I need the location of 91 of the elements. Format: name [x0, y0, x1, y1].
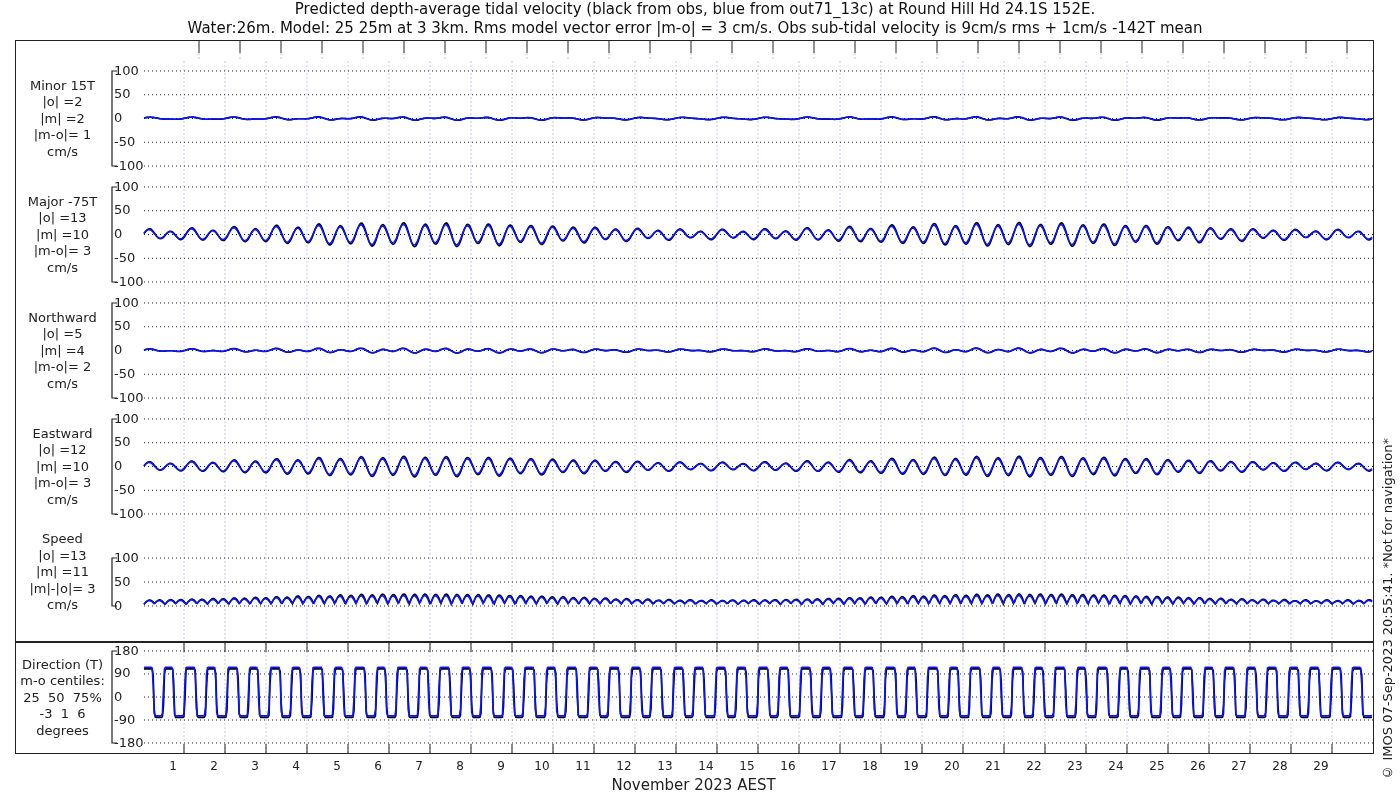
panel-label-line: Speed — [42, 531, 83, 548]
x-tick-label: 21 — [985, 759, 1001, 773]
x-tick-label: 6 — [374, 759, 382, 773]
y-tick-label: 100 — [114, 294, 139, 310]
y-tick-label: 100 — [114, 178, 139, 194]
panel-label-line: |o| =12 — [38, 442, 87, 459]
panel-label-line: -3 1 6 — [39, 706, 86, 723]
x-tick-label: 9 — [497, 759, 505, 773]
y-tick-label: -50 — [114, 481, 136, 497]
panel-label-line: Eastward — [32, 425, 93, 443]
panel-label-line: m-o centiles: — [20, 673, 105, 690]
chart-title: Predicted depth-average tidal velocity (black from obs, blue from out71_13c) at Round Hill Hd 24.1S 152E. — [294, 0, 1096, 19]
panel-label-line: cm/s — [47, 259, 78, 277]
panel-label-line: cm/s — [47, 491, 78, 509]
x-tick-label: 27 — [1231, 759, 1247, 773]
panel-label-line: |m| =11 — [36, 564, 89, 581]
x-tick-label: 13 — [657, 759, 673, 773]
copyright-note: © IMOS 07-Sep-2023 20:55:41. *Not for navigation* — [1380, 438, 1395, 780]
x-tick-label: 1 — [169, 759, 177, 773]
panel-label-line: |m| =10 — [36, 226, 89, 244]
y-tick-label: 50 — [114, 202, 131, 218]
x-tick-label: 8 — [456, 759, 464, 773]
x-tick-label: 10 — [534, 759, 550, 773]
y-tick-label: -180 — [114, 734, 144, 750]
x-tick-label: 19 — [903, 759, 919, 773]
x-tick-label: 15 — [739, 759, 755, 773]
panel-label-line: |m| =2 — [40, 110, 85, 128]
panel-label-line: cm/s — [47, 597, 78, 614]
y-tick-label: -50 — [114, 249, 136, 265]
y-tick-label: 0 — [114, 597, 123, 613]
y-tick-label: 50 — [114, 573, 131, 589]
x-tick-label: 7 — [415, 759, 423, 773]
panel-label-line: |m-o|= 1 — [33, 127, 92, 144]
panel-label-line: Major -75T — [27, 193, 98, 211]
y-tick-label: 100 — [114, 410, 139, 426]
y-tick-label: 50 — [114, 86, 131, 102]
panel-label-line: |m-o|= 3 — [33, 475, 92, 492]
y-tick-label: 90 — [114, 665, 131, 681]
y-tick-label: 0 — [114, 342, 123, 357]
panel-label-line: |o| =13 — [38, 210, 87, 227]
x-tick-label: 11 — [575, 759, 591, 773]
panel-label-line: 25 50 75% — [23, 689, 102, 707]
panel-label-line: |o| =5 — [42, 326, 83, 343]
y-tick-label: -100 — [114, 389, 144, 405]
panel-label-line: Minor 15T — [30, 77, 95, 95]
y-tick-label: 0 — [114, 110, 123, 125]
panel-label-line: cm/s — [47, 375, 78, 393]
x-tick-label: 14 — [698, 759, 714, 773]
x-tick-label: 24 — [1108, 759, 1124, 773]
panel-label-line: degrees — [36, 722, 89, 740]
x-tick-label: 5 — [333, 759, 341, 773]
x-tick-label: 18 — [862, 759, 878, 773]
y-tick-label: 50 — [114, 318, 131, 334]
panel-label-line: cm/s — [47, 143, 78, 161]
x-tick-label: 12 — [616, 759, 632, 773]
y-tick-label: -100 — [114, 273, 144, 289]
y-tick-label: 0 — [114, 458, 123, 473]
y-tick-label: 0 — [114, 226, 123, 241]
x-tick-label: 16 — [780, 759, 796, 773]
y-tick-label: 100 — [114, 62, 139, 78]
panel-label-line: Northward — [28, 309, 97, 327]
x-tick-label: 2 — [210, 759, 218, 773]
y-tick-label: 100 — [114, 549, 139, 565]
y-tick-label: -90 — [114, 711, 136, 727]
x-tick-label: 26 — [1190, 759, 1206, 773]
panel-label-line: |m| =10 — [36, 458, 89, 476]
panel-label-line: |m| =4 — [40, 342, 85, 360]
y-tick-label: -100 — [114, 157, 144, 173]
y-tick-label: -100 — [114, 505, 144, 521]
y-tick-label: -50 — [114, 133, 136, 149]
x-tick-label: 28 — [1272, 759, 1288, 773]
x-tick-label: 25 — [1149, 759, 1165, 773]
y-tick-label: 180 — [114, 643, 139, 658]
x-tick-label: 23 — [1067, 759, 1083, 773]
chart-title: Water:26m. Model: 25 25m at 3 3km. Rms model vector error |m-o| = 3 cm/s. Obs sub-tidal velocity is 9cm/s rms + 1cm/s -142T mean — [187, 19, 1203, 38]
x-tick-label: 20 — [944, 759, 960, 773]
x-tick-label: 3 — [251, 759, 259, 773]
panel-label-line: |m-o|= 3 — [33, 243, 92, 260]
panel-label-line: |o| =2 — [42, 94, 83, 111]
panel-label-line: |m-o|= 2 — [33, 359, 92, 376]
x-tick-label: 4 — [292, 759, 300, 773]
x-axis-label: November 2023 AEST — [611, 776, 776, 794]
y-tick-label: -50 — [114, 365, 136, 381]
panel-label-line: |m|-|o|= 3 — [29, 580, 96, 597]
y-tick-label: 0 — [114, 688, 123, 704]
x-tick-label: 17 — [821, 759, 837, 773]
panel-label-line: |o| =13 — [38, 547, 87, 564]
y-tick-label: 50 — [114, 434, 131, 450]
x-tick-label: 29 — [1313, 759, 1329, 773]
panel-label-line: Direction (T) — [22, 656, 103, 674]
x-tick-label: 22 — [1026, 759, 1042, 773]
